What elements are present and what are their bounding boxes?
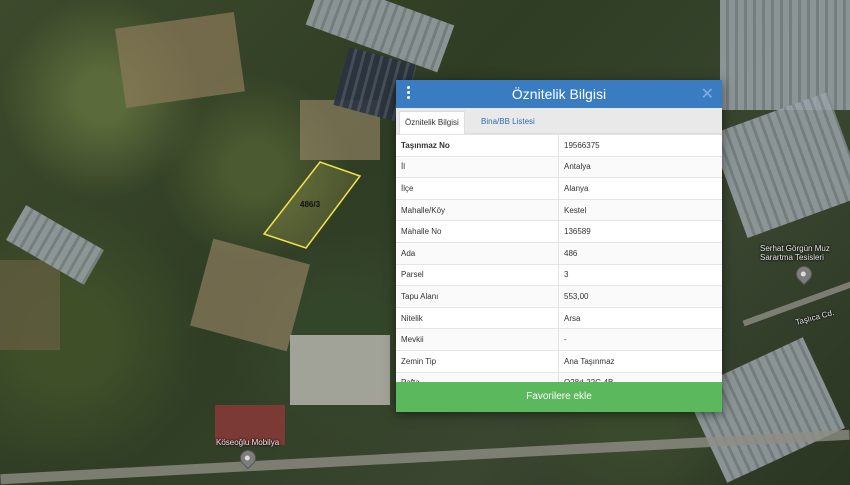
location-pin-icon[interactable] bbox=[792, 262, 816, 286]
dialog-tabs: Öznitelik Bilgisi Bina/BB Listesi bbox=[396, 108, 722, 134]
table-row: Nitelik Arsa bbox=[396, 306, 722, 329]
map-field bbox=[115, 12, 245, 108]
attribute-key: Parsel bbox=[396, 263, 559, 286]
attribute-key: Tapu Alanı bbox=[396, 285, 559, 308]
attribute-value: Antalya bbox=[558, 155, 722, 178]
dialog-header: Öznitelik Bilgisi ✕ bbox=[396, 80, 722, 108]
attribute-key: Mahalle/Köy bbox=[396, 198, 559, 221]
close-icon[interactable]: ✕ bbox=[701, 84, 714, 104]
table-row: Mevkii - bbox=[396, 328, 722, 351]
table-row: Taşınmaz No 19566375 bbox=[396, 134, 722, 157]
table-row: Mahalle/Köy Kestel bbox=[396, 198, 722, 221]
attribute-key: İlçe bbox=[396, 177, 559, 200]
attribute-value: 136589 bbox=[558, 220, 722, 243]
greenhouse bbox=[720, 0, 850, 110]
table-row: İlçe Alanya bbox=[396, 177, 722, 200]
parcel-label: 486/3 bbox=[300, 200, 321, 209]
table-row: Parsel 3 bbox=[396, 263, 722, 286]
map-field bbox=[0, 260, 60, 350]
tab-attribute-info[interactable]: Öznitelik Bilgisi bbox=[399, 111, 465, 134]
attribute-value: Alanya bbox=[558, 177, 722, 200]
attribute-value: 553,00 bbox=[558, 285, 722, 308]
table-row: İl Antalya bbox=[396, 155, 722, 178]
attribute-value: 3 bbox=[558, 263, 722, 286]
place-label-serhat: Serhat Görgün Muz Sarartma Tesisleri bbox=[760, 244, 830, 262]
attribute-value: Ana Taşınmaz bbox=[558, 349, 722, 373]
attribute-value: - bbox=[558, 328, 722, 351]
attribute-value: 486 bbox=[558, 241, 722, 265]
attribute-key: İl bbox=[396, 155, 559, 178]
attribute-info-dialog: Öznitelik Bilgisi ✕ Öznitelik Bilgisi Bi… bbox=[396, 80, 722, 412]
attribute-key: Nitelik bbox=[396, 306, 559, 329]
table-row: Zemin Tip Ana Taşınmaz bbox=[396, 349, 722, 373]
attribute-key: Zemin Tip bbox=[396, 349, 559, 373]
greenhouse bbox=[709, 91, 850, 239]
table-row: Mahalle No 136589 bbox=[396, 220, 722, 243]
building bbox=[290, 335, 390, 405]
dialog-title: Öznitelik Bilgisi bbox=[511, 86, 607, 102]
attribute-value: Kestel bbox=[558, 198, 722, 221]
attribute-key: Mevkii bbox=[396, 328, 559, 351]
attribute-value: 19566375 bbox=[558, 134, 722, 157]
attribute-key: Mahalle No bbox=[396, 220, 559, 243]
place-label-kosecioglu: Köseoğlu Mobilya bbox=[216, 438, 280, 447]
table-row: Ada 486 bbox=[396, 241, 722, 265]
table-row: Tapu Alanı 553,00 bbox=[396, 285, 722, 308]
attribute-table: Taşınmaz No 19566375 İl Antalya İlçe Alanya Ma… bbox=[396, 134, 722, 394]
tab-building-list[interactable]: Bina/BB Listesi bbox=[476, 111, 540, 133]
attribute-key: Ada bbox=[396, 241, 559, 265]
attribute-value: Arsa bbox=[558, 306, 722, 329]
place-label-street: Taşlıca Cd. bbox=[794, 308, 836, 327]
add-to-favorites-button[interactable]: Favorilere ekle bbox=[396, 382, 722, 412]
attribute-key: Taşınmaz No bbox=[396, 134, 559, 157]
